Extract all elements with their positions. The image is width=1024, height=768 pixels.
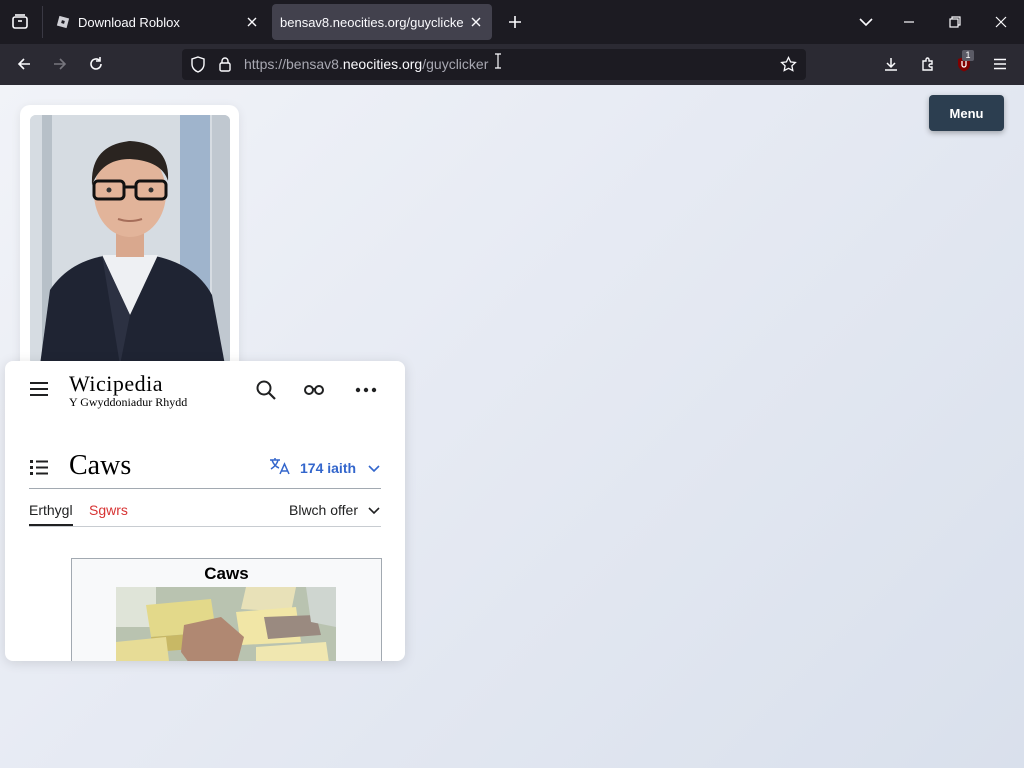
shield-icon[interactable] <box>190 56 206 78</box>
infobox: Caws <box>71 558 382 661</box>
wiki-tagline: Y Gwyddoniadur Rhydd <box>69 395 188 409</box>
language-count: 174 iaith <box>300 459 357 476</box>
more-options-icon[interactable] <box>355 381 377 402</box>
forward-arrow-icon[interactable] <box>46 50 74 78</box>
roblox-favicon-icon <box>56 15 70 29</box>
tab-title: bensav8.neocities.org/guyclicker <box>280 14 464 30</box>
close-window-icon[interactable] <box>987 8 1015 36</box>
tab-download-roblox[interactable]: Download Roblox <box>48 4 268 40</box>
tab-title: Download Roblox <box>78 14 180 30</box>
hamburger-icon[interactable] <box>986 50 1014 78</box>
reload-icon[interactable] <box>82 50 110 78</box>
cheese-image[interactable] <box>116 587 336 661</box>
close-tab-icon[interactable] <box>464 10 488 34</box>
language-icon <box>269 457 291 478</box>
back-arrow-icon[interactable] <box>10 50 38 78</box>
url-text[interactable]: https://bensav8.neocities.org/guyclicker <box>244 56 488 72</box>
tabs-divider <box>29 526 381 527</box>
new-tab-icon[interactable] <box>502 9 528 35</box>
page-title: Caws <box>69 450 132 481</box>
text-cursor-icon <box>494 53 502 74</box>
tab-list-icon[interactable] <box>6 8 34 36</box>
title-divider <box>29 488 381 489</box>
tab-article[interactable]: Erthygl <box>29 502 73 526</box>
table-of-contents-icon[interactable] <box>29 458 49 481</box>
download-icon[interactable] <box>877 50 905 78</box>
restore-icon[interactable] <box>941 8 969 36</box>
wikipedia-logo[interactable]: Wicipedia Y Gwyddoniadur Rhydd <box>69 371 188 409</box>
navigation-bar: https://bensav8.neocities.org/guyclicker… <box>0 44 1024 85</box>
infobox-title: Caws <box>204 564 249 583</box>
tab-separator <box>42 6 43 38</box>
language-button[interactable]: 174 iaith <box>269 457 380 478</box>
tab-bar: Download Roblox bensav8.neocities.org/gu… <box>0 0 1024 44</box>
tools-dropdown[interactable]: Blwch offer <box>289 502 380 518</box>
wiki-wordmark: Wicipedia <box>69 371 164 396</box>
reading-preferences-icon[interactable] <box>303 381 325 402</box>
url-path: /guyclicker <box>422 56 489 72</box>
main-menu-icon[interactable] <box>29 381 49 402</box>
tools-label: Blwch offer <box>289 502 358 518</box>
extension-badge: 1 <box>962 50 974 61</box>
chevron-down-icon <box>368 502 380 518</box>
menu-button[interactable]: Menu <box>929 95 1004 131</box>
close-tab-icon[interactable] <box>240 10 264 34</box>
star-icon[interactable] <box>780 55 797 78</box>
chevron-down-icon <box>368 460 380 476</box>
wikipedia-card: Wicipedia Y Gwyddoniadur Rhydd Caws 174 … <box>5 361 405 661</box>
url-prefix: https://bensav8. <box>244 56 343 72</box>
puzzle-icon[interactable] <box>914 50 942 78</box>
list-all-tabs-chevron-icon[interactable] <box>852 8 880 36</box>
url-domain: neocities.org <box>342 56 423 72</box>
lock-icon[interactable] <box>218 56 232 77</box>
url-bar[interactable]: https://bensav8.neocities.org/guyclicker <box>182 49 806 80</box>
page-content: Menu Wicipedia Y Gwyddoniadur Rhydd Caws… <box>0 85 1024 768</box>
search-icon[interactable] <box>255 379 277 406</box>
guy-photo-card[interactable] <box>20 105 239 375</box>
minimize-icon[interactable] <box>895 8 923 36</box>
tab-talk[interactable]: Sgwrs <box>89 502 128 518</box>
tab-guyclicker[interactable]: bensav8.neocities.org/guyclicker <box>272 4 492 40</box>
guy-photo[interactable] <box>30 115 230 365</box>
